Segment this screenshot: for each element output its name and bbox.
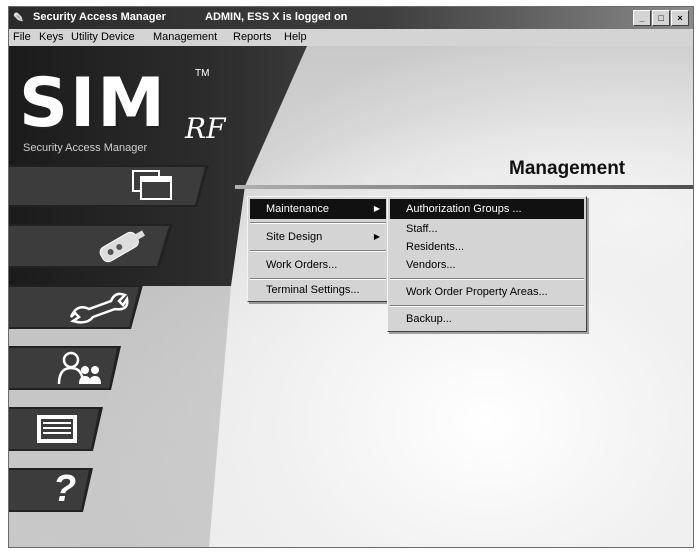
menu-utility-device[interactable]: Utility Device xyxy=(71,31,135,43)
submenu-item-staff[interactable]: Staff... xyxy=(390,219,584,239)
submenu-item-work-order-property-areas[interactable]: Work Order Property Areas... xyxy=(390,282,584,302)
logo-letters: SIM xyxy=(19,64,167,143)
close-button[interactable]: × xyxy=(671,10,689,26)
window-controls: _ □ × xyxy=(633,10,689,26)
nav-button-help[interactable]: ? xyxy=(9,466,93,514)
submenu-item-residents[interactable]: Residents... xyxy=(390,237,584,257)
nav-button-key[interactable] xyxy=(9,222,173,270)
management-menu: Maintenance ▶ Site Design ▶ Work Orders.… xyxy=(247,196,389,302)
submenu-item-vendors[interactable]: Vendors... xyxy=(390,255,584,275)
nav-button-people[interactable] xyxy=(9,344,121,392)
menu-item-label: Staff... xyxy=(406,223,438,235)
submenu-item-authorization-groups[interactable]: Authorization Groups ... xyxy=(390,199,584,219)
page-title: Management xyxy=(509,158,626,179)
menu-item-maintenance[interactable]: Maintenance ▶ xyxy=(250,199,386,219)
app-pen-icon: ✎ xyxy=(13,10,24,25)
menu-item-label: Site Design xyxy=(266,231,323,243)
menu-separator xyxy=(390,278,584,280)
menu-file[interactable]: File xyxy=(13,31,31,43)
main-content: SIM TM RF Security Access Manager ? Mana… xyxy=(9,46,693,547)
menu-item-label: Residents... xyxy=(406,241,465,253)
menu-item-label: Authorization Groups ... xyxy=(406,203,522,215)
menu-reports[interactable]: Reports xyxy=(233,31,272,43)
logo-subtitle: Security Access Manager xyxy=(23,142,148,154)
menu-item-label: Maintenance xyxy=(266,203,329,215)
menu-item-label: Vendors... xyxy=(406,259,456,271)
logo-rf: RF xyxy=(185,112,226,145)
app-window: ✎ Security Access Manager ADMIN, ESS X i… xyxy=(8,6,694,548)
title-underline xyxy=(235,185,693,189)
submenu-arrow-icon: ▶ xyxy=(373,232,380,241)
minimize-button[interactable]: _ xyxy=(633,10,651,26)
menu-management[interactable]: Management xyxy=(153,31,217,43)
menu-separator xyxy=(250,250,386,252)
logo-trademark: TM xyxy=(195,68,210,79)
window-title: Security Access Manager xyxy=(33,11,166,23)
login-status: ADMIN, ESS X is logged on xyxy=(205,11,348,23)
menu-item-label: Work Orders... xyxy=(266,259,338,271)
menu-bar: File Keys Utility Device Management Repo… xyxy=(9,29,693,46)
nav-button-wrench[interactable] xyxy=(9,283,143,331)
menu-item-work-orders[interactable]: Work Orders... xyxy=(250,255,386,275)
menu-item-label: Backup... xyxy=(406,313,452,325)
question-icon: ? xyxy=(53,468,77,510)
menu-item-terminal-settings[interactable]: Terminal Settings... xyxy=(250,280,386,300)
submenu-item-backup[interactable]: Backup... xyxy=(390,309,584,329)
nav-button-folders[interactable] xyxy=(9,161,209,209)
menu-item-label: Work Order Property Areas... xyxy=(406,286,548,298)
maximize-button[interactable]: □ xyxy=(652,10,670,26)
menu-keys[interactable]: Keys xyxy=(39,31,63,43)
title-bar[interactable]: ✎ Security Access Manager ADMIN, ESS X i… xyxy=(9,7,693,29)
menu-separator xyxy=(250,222,386,224)
menu-item-site-design[interactable]: Site Design ▶ xyxy=(250,227,386,247)
menu-help[interactable]: Help xyxy=(284,31,307,43)
maintenance-submenu: Authorization Groups ... Staff... Reside… xyxy=(387,196,587,332)
menu-separator xyxy=(390,305,584,307)
nav-button-reports[interactable] xyxy=(9,405,103,453)
submenu-arrow-icon: ▶ xyxy=(373,204,380,213)
menu-item-label: Terminal Settings... xyxy=(266,284,360,296)
